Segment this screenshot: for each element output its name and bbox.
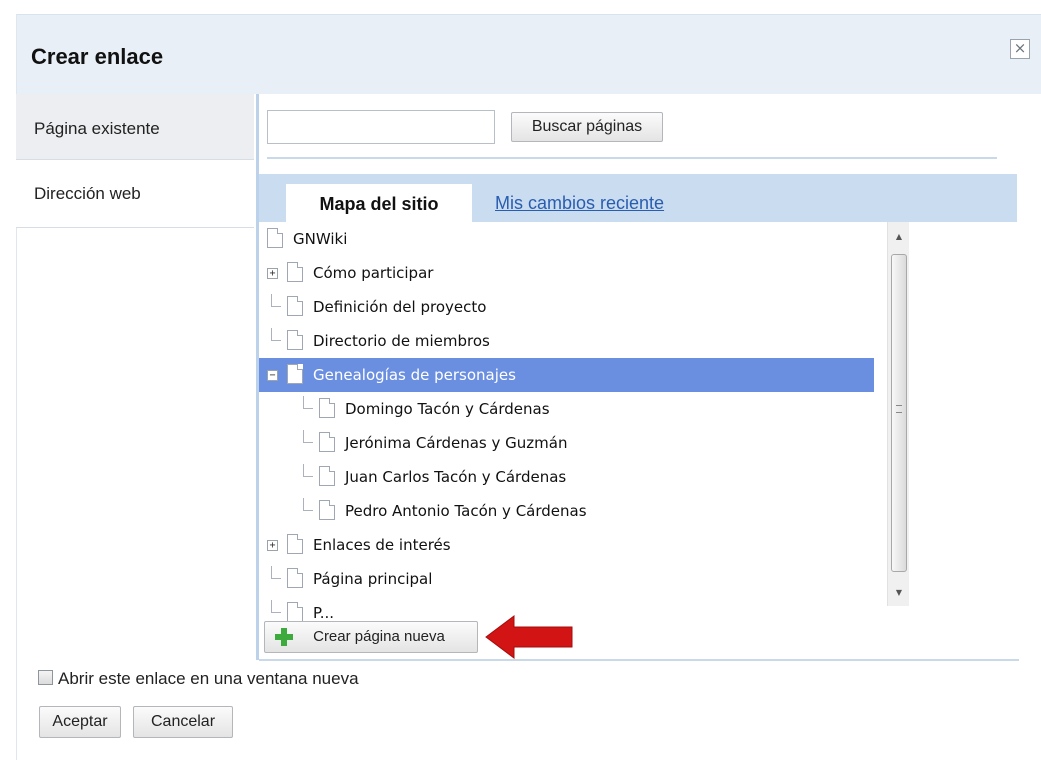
- page-icon: [319, 466, 335, 486]
- dialog-title: Crear enlace: [31, 44, 164, 69]
- page-icon: [287, 330, 303, 350]
- site-map-tree: GNWiki + Cómo participar Definición del pro…: [259, 222, 899, 627]
- page-icon: [319, 398, 335, 418]
- scroll-up-icon[interactable]: ▲: [888, 228, 910, 246]
- create-new-page-label: Crear página nueva: [313, 628, 445, 645]
- tree-row-label: Directorio de miembros: [313, 332, 490, 350]
- tree-connector: [271, 328, 281, 341]
- dialog-titlebar: Crear enlace ×: [17, 14, 1041, 94]
- tree-connector: [303, 498, 313, 511]
- tree-row[interactable]: + Cómo participar: [259, 256, 874, 290]
- tab-recent-changes[interactable]: Mis cambios reciente: [495, 193, 664, 214]
- tree-row-label: Jerónima Cárdenas y Guzmán: [345, 434, 568, 452]
- red-arrow-icon: [485, 615, 573, 659]
- tree-row[interactable]: − Genealogías de personajes: [259, 358, 874, 392]
- tree-scrollbar[interactable]: ▲ ▼: [887, 222, 909, 606]
- tree-row-label: Definición del proyecto: [313, 298, 487, 316]
- page-icon: [287, 568, 303, 588]
- expand-icon[interactable]: +: [267, 268, 278, 279]
- search-input[interactable]: [267, 110, 495, 144]
- new-window-label: Abrir este enlace en una ventana nueva: [58, 669, 359, 688]
- tree-row[interactable]: Domingo Tacón y Cárdenas: [259, 392, 874, 426]
- page-icon: [287, 602, 303, 622]
- tree-row[interactable]: Directorio de miembros: [259, 324, 874, 358]
- tree-row-label: Pedro Antonio Tacón y Cárdenas: [345, 502, 587, 520]
- page-icon: [287, 364, 303, 384]
- sidebar-item-web-address[interactable]: Dirección web: [16, 160, 254, 228]
- tree-row[interactable]: Pedro Antonio Tacón y Cárdenas: [259, 494, 874, 528]
- tree-row[interactable]: Página principal: [259, 562, 874, 596]
- page-icon: [319, 500, 335, 520]
- tree-row[interactable]: GNWiki: [259, 222, 874, 256]
- tree-row-label: P...: [313, 604, 335, 622]
- scroll-down-icon[interactable]: ▼: [888, 584, 910, 602]
- expand-icon[interactable]: +: [267, 540, 278, 551]
- scroll-thumb[interactable]: [891, 254, 907, 572]
- page-icon: [319, 432, 335, 452]
- ok-button[interactable]: Aceptar: [39, 706, 121, 738]
- cancel-button[interactable]: Cancelar: [133, 706, 233, 738]
- plus-icon: [275, 628, 293, 646]
- tree-connector: [303, 464, 313, 477]
- create-new-page-button[interactable]: Crear página nueva: [264, 621, 478, 653]
- tree-row[interactable]: Jerónima Cárdenas y Guzmán: [259, 426, 874, 460]
- tree-row-label: Cómo participar: [313, 264, 434, 282]
- page-icon: [287, 296, 303, 316]
- tree-row-label: Página principal: [313, 570, 433, 588]
- search-pages-button[interactable]: Buscar páginas: [511, 112, 663, 142]
- sidebar-item-existing-page[interactable]: Página existente: [16, 94, 254, 160]
- page-icon: [287, 262, 303, 282]
- tree-row[interactable]: Definición del proyecto: [259, 290, 874, 324]
- tree-connector: [271, 294, 281, 307]
- tree-row[interactable]: Juan Carlos Tacón y Cárdenas: [259, 460, 874, 494]
- collapse-icon[interactable]: −: [267, 370, 278, 381]
- page-icon: [287, 534, 303, 554]
- tree-row-label: Domingo Tacón y Cárdenas: [345, 400, 550, 418]
- close-icon[interactable]: ×: [1010, 39, 1030, 59]
- tree-row-label: GNWiki: [293, 230, 348, 248]
- tree-row-label: Enlaces de interés: [313, 536, 451, 554]
- divider: [267, 157, 997, 159]
- tree-row-label: Genealogías de personajes: [313, 366, 516, 384]
- grip-icon: [896, 405, 902, 413]
- tree-connector: [303, 430, 313, 443]
- link-type-sidebar: Página existente Dirección web: [16, 94, 256, 659]
- tab-site-map[interactable]: Mapa del sitio: [286, 184, 472, 222]
- new-window-checkbox[interactable]: [38, 670, 53, 685]
- tree-row[interactable]: + Enlaces de interés: [259, 528, 874, 562]
- tree-connector: [271, 566, 281, 579]
- tree-connector: [271, 600, 281, 613]
- divider: [259, 659, 1019, 661]
- page-icon: [267, 228, 283, 248]
- tree-row-label: Juan Carlos Tacón y Cárdenas: [345, 468, 567, 486]
- tree-connector: [303, 396, 313, 409]
